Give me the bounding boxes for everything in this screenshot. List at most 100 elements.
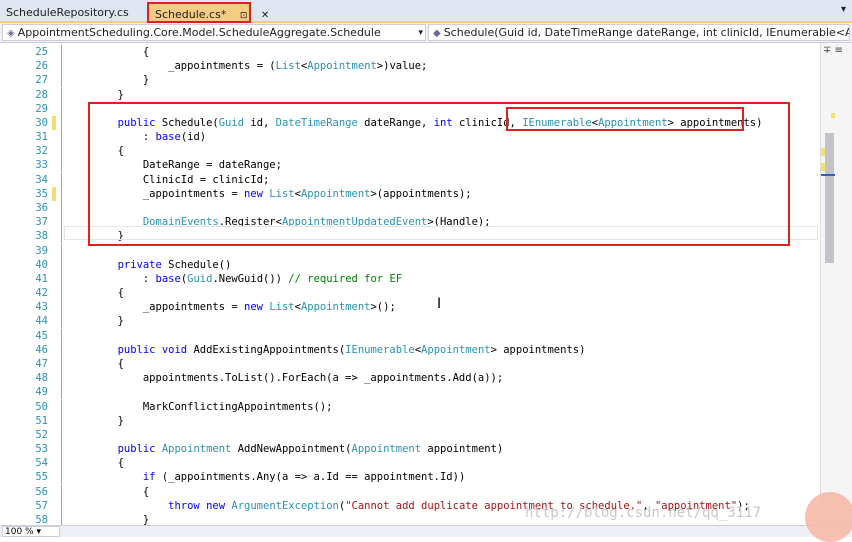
line-number: 26: [35, 60, 48, 73]
code-text: public Appointment AddNewAppointment(App…: [67, 442, 504, 456]
change-indicator: [52, 272, 56, 286]
code-line[interactable]: 40 private Schedule(): [0, 257, 820, 272]
code-line[interactable]: 41 : base(Guid.NewGuid()) // required fo…: [0, 271, 820, 286]
code-line[interactable]: 54 {: [0, 456, 820, 471]
code-line[interactable]: 48 appointments.ToList().ForEach(a => _a…: [0, 371, 820, 386]
code-token: {: [67, 46, 150, 58]
line-number: 43: [35, 301, 48, 314]
annotation-box-parameter: [506, 107, 744, 131]
code-text: {: [67, 485, 149, 499]
code-line[interactable]: 53 public Appointment AddNewAppointment(…: [0, 442, 820, 457]
code-token: Appointment: [351, 443, 422, 456]
change-indicator: [52, 244, 56, 258]
tab-schedule-active[interactable]: Schedule.cs* ⊡ ✕: [147, 2, 269, 23]
play-button-overlay[interactable]: [805, 492, 852, 542]
code-line[interactable]: 46 public void AddExistingAppointments(I…: [0, 342, 820, 357]
code-line[interactable]: 50 MarkConflictingAppointments();: [0, 399, 820, 414]
member-dropdown[interactable]: ◆ Schedule(Guid id, DateTimeRange dateRan…: [428, 24, 850, 41]
line-number: 32: [35, 145, 48, 158]
tab-overflow-dropdown-icon[interactable]: ▾: [841, 4, 846, 15]
code-line[interactable]: 26 _appointments = (List<Appointment>)va…: [0, 59, 820, 74]
change-indicator: [52, 314, 56, 328]
code-token: _appointments = (: [67, 60, 276, 73]
code-text: MarkConflictingAppointments();: [67, 400, 333, 414]
outline-guide: [61, 413, 62, 428]
change-indicator: [52, 513, 56, 525]
close-icon[interactable]: ✕: [261, 10, 269, 21]
pin-icon[interactable]: ⊡: [240, 11, 248, 21]
code-token: private: [67, 258, 162, 271]
code-line[interactable]: 49: [0, 385, 820, 400]
code-line[interactable]: 42 {: [0, 286, 820, 301]
type-dropdown-value: AppointmentScheduling.Core.Model.Schedul…: [17, 26, 381, 39]
change-indicator: [52, 343, 56, 357]
vertical-scrollbar[interactable]: ∓ ≡: [820, 43, 852, 525]
change-indicator: [52, 73, 56, 87]
line-number: 45: [35, 329, 48, 342]
change-indicator: [52, 130, 56, 144]
code-line[interactable]: 28 }: [0, 87, 820, 102]
code-token: >)value;: [376, 60, 428, 73]
outline-guide: [61, 484, 62, 499]
outline-guide: [61, 356, 62, 371]
change-marker: [821, 148, 825, 156]
method-icon: ◆: [433, 28, 441, 39]
line-number: 48: [35, 372, 48, 385]
code-line[interactable]: 44 }: [0, 314, 820, 329]
change-indicator: [52, 158, 56, 172]
code-line[interactable]: 45: [0, 328, 820, 343]
line-number: 53: [35, 443, 48, 456]
code-token: (_appointments.Any(a => a.Id == appointm…: [155, 471, 466, 484]
code-editor[interactable]: 25 {26 _appointments = (List<Appointment…: [0, 43, 820, 525]
change-indicator: [52, 173, 56, 187]
outline-guide: [61, 158, 62, 173]
split-and-expand-icons[interactable]: ∓ ≡: [823, 45, 843, 56]
change-indicator: [52, 499, 56, 513]
line-number: 34: [35, 173, 48, 186]
type-dropdown[interactable]: ◈ AppointmentScheduling.Core.Model.Schedu…: [2, 24, 426, 41]
scrollbar-thumb[interactable]: [825, 133, 834, 263]
code-line[interactable]: 43 _appointments = new List<Appointment>…: [0, 300, 820, 315]
code-line[interactable]: 52: [0, 427, 820, 442]
line-number: 27: [35, 74, 48, 87]
code-line[interactable]: 51 }: [0, 413, 820, 428]
code-token: > appointments): [490, 343, 586, 356]
outline-guide: [61, 371, 62, 386]
code-token: appointments.ToList().ForEach(a => _appo…: [67, 372, 504, 385]
line-number: 35: [35, 187, 48, 200]
code-text: _appointments = (List<Appointment>)value…: [67, 59, 427, 73]
zoom-level: 100 %: [5, 527, 34, 537]
outline-guide: [61, 314, 62, 329]
code-token: }: [67, 513, 150, 525]
line-number: 36: [35, 201, 48, 214]
change-marker: [821, 163, 825, 171]
code-token: List: [269, 301, 295, 314]
outline-guide: [61, 271, 62, 286]
outline-guide: [61, 45, 62, 59]
code-token: throw: [67, 499, 200, 512]
line-number: 46: [35, 343, 48, 356]
code-line[interactable]: 27 }: [0, 73, 820, 88]
code-line[interactable]: 47 {: [0, 356, 820, 371]
zoom-level-dropdown[interactable]: 100 % ▾: [2, 526, 60, 537]
code-line[interactable]: 25 {: [0, 45, 820, 59]
caret-position-marker: [821, 174, 835, 176]
outline-guide: [61, 512, 62, 525]
outline-guide: [61, 328, 62, 343]
chevron-down-icon[interactable]: ▾: [418, 25, 423, 40]
code-token: void: [155, 343, 188, 356]
code-token: AddExistingAppointments(: [187, 343, 346, 356]
line-number: 37: [35, 216, 48, 229]
change-indicator: [52, 201, 56, 215]
line-number: 57: [35, 499, 48, 512]
code-token: // required for EF: [288, 272, 403, 285]
code-line[interactable]: 56 {: [0, 484, 820, 499]
member-dropdown-value: Schedule(Guid id, DateTimeRange dateRang…: [443, 26, 849, 39]
line-number: 31: [35, 131, 48, 144]
code-text: {: [67, 286, 124, 300]
change-indicator: [52, 102, 56, 116]
change-indicator: [52, 456, 56, 470]
outline-guide: [61, 115, 62, 130]
tab-schedule-repository[interactable]: ScheduleRepository.cs: [0, 2, 142, 23]
code-line[interactable]: 55 if (_appointments.Any(a => a.Id == ap…: [0, 470, 820, 485]
